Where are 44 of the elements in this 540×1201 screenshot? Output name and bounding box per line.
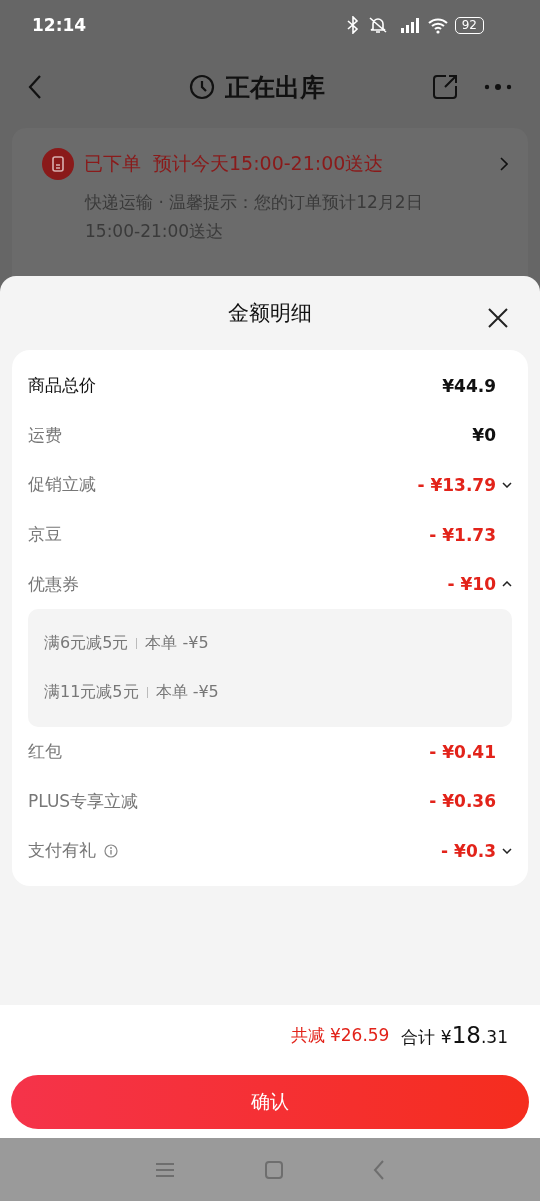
menu-icon[interactable] bbox=[154, 1161, 175, 1178]
price-label: 支付有礼 bbox=[28, 839, 96, 863]
price-label: 优惠券 bbox=[28, 572, 79, 596]
coupon-amount: 本单 -¥5 bbox=[145, 632, 209, 654]
coupon-amount: 本单 -¥5 bbox=[155, 681, 219, 703]
coupon-rule: 满6元减5元 bbox=[44, 632, 129, 654]
share-icon[interactable] bbox=[432, 74, 458, 100]
price-label: 运费 bbox=[28, 423, 62, 447]
price-value: ¥44.9 bbox=[442, 375, 496, 396]
price-label: 商品总价 bbox=[28, 374, 96, 398]
page-title: 正在出库 bbox=[225, 71, 325, 104]
delivery-estimate: 预计今天15:00-21:00送达 bbox=[153, 151, 384, 176]
total-discount: 共减 ¥26.59 bbox=[290, 1023, 390, 1047]
back-icon[interactable] bbox=[28, 74, 42, 100]
price-value: - ¥1.73 bbox=[429, 524, 496, 545]
clock-icon bbox=[189, 74, 215, 100]
sheet-title: 金额明细 bbox=[228, 300, 312, 327]
wifi-icon bbox=[426, 16, 449, 34]
chevron-up-icon[interactable] bbox=[502, 581, 512, 588]
price-value: - ¥0.3 bbox=[441, 840, 496, 861]
chevron-down-icon[interactable] bbox=[502, 482, 512, 488]
chevron-down-icon[interactable] bbox=[502, 847, 512, 854]
price-value: - ¥0.41 bbox=[429, 741, 496, 762]
confirm-button[interactable]: 确认 bbox=[11, 1074, 529, 1129]
price-value: - ¥0.36 bbox=[429, 791, 496, 812]
price-label: 促销立减 bbox=[28, 473, 96, 497]
status-time: 12:14 bbox=[32, 15, 87, 35]
more-icon[interactable] bbox=[484, 83, 512, 91]
info-icon[interactable] bbox=[104, 843, 118, 858]
order-status: 已下单 bbox=[84, 151, 141, 176]
price-label: PLUS专享立减 bbox=[28, 789, 139, 813]
total-amount: 合计 ¥18.31 bbox=[401, 1021, 508, 1049]
price-label: 红包 bbox=[28, 740, 62, 764]
chevron-right-icon bbox=[500, 157, 508, 171]
price-label: 京豆 bbox=[28, 523, 62, 547]
home-icon[interactable] bbox=[264, 1159, 284, 1180]
back-nav-icon[interactable] bbox=[373, 1159, 386, 1180]
coupon-rule: 满11元减5元 bbox=[44, 681, 139, 703]
battery-indicator: 92 bbox=[454, 16, 484, 34]
close-icon[interactable] bbox=[488, 308, 508, 328]
price-value: - ¥10 bbox=[447, 574, 496, 595]
price-value: ¥0 bbox=[472, 425, 496, 446]
receipt-icon bbox=[42, 148, 74, 180]
price-value: - ¥13.79 bbox=[417, 475, 496, 495]
